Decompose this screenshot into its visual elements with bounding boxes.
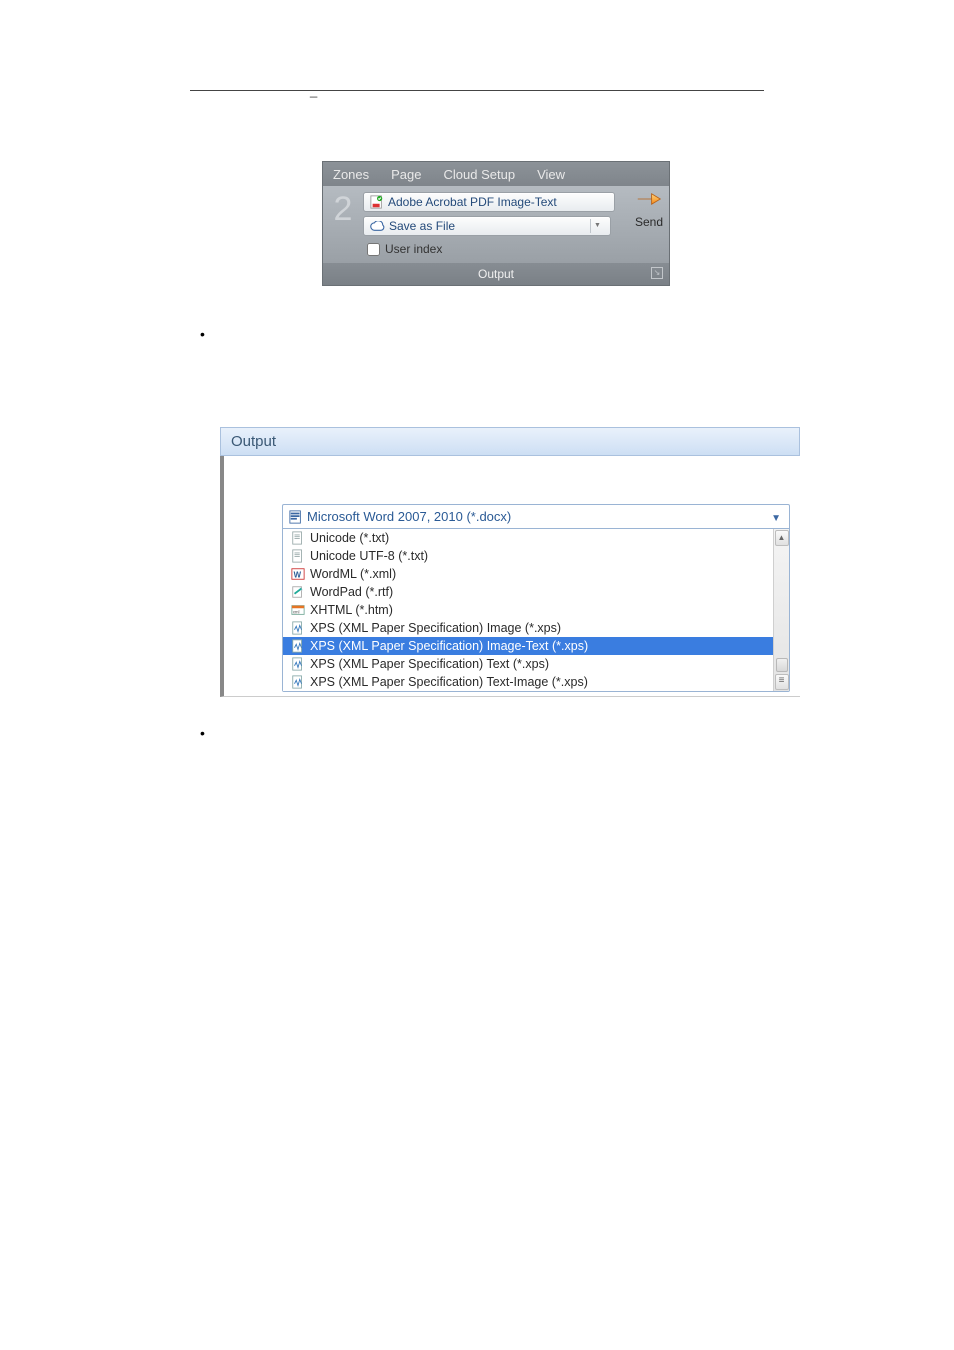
output-format-selector[interactable]: Adobe Acrobat PDF Image-Text bbox=[363, 192, 615, 212]
output-options-panel: Output Microsoft Word 2007, 2010 (*.docx… bbox=[220, 427, 800, 697]
bullet: • bbox=[200, 725, 764, 741]
svg-text:xml: xml bbox=[293, 610, 300, 615]
list-item[interactable]: Unicode (*.txt) bbox=[283, 529, 789, 547]
txt-icon bbox=[291, 531, 305, 545]
xhtml-icon: xml bbox=[291, 603, 305, 617]
decorative-underscore: _ bbox=[310, 83, 317, 98]
send-button[interactable]: Send bbox=[629, 186, 669, 263]
output-destination-label: Save as File bbox=[389, 219, 455, 233]
scroll-thumb[interactable] bbox=[776, 658, 788, 672]
tab-view[interactable]: View bbox=[537, 167, 565, 182]
docx-icon bbox=[289, 510, 303, 524]
list-item[interactable]: XPS (XML Paper Specification) Text-Image… bbox=[283, 673, 789, 691]
bullet: • bbox=[200, 326, 764, 342]
list-item[interactable]: XPS (XML Paper Specification) Image-Text… bbox=[283, 637, 789, 655]
xps-icon bbox=[291, 639, 305, 653]
scrollbar[interactable]: ▲ ≡ bbox=[773, 529, 789, 691]
dialog-launcher-icon[interactable]: ↘ bbox=[651, 267, 663, 279]
output-format-label: Adobe Acrobat PDF Image-Text bbox=[388, 195, 557, 209]
user-index-check-input[interactable] bbox=[367, 243, 380, 256]
list-item[interactable]: XPS (XML Paper Specification) Image (*.x… bbox=[283, 619, 789, 637]
output-panel-title: Output bbox=[220, 427, 800, 456]
send-arrow-icon bbox=[636, 190, 662, 208]
combo-selected-label: Microsoft Word 2007, 2010 (*.docx) bbox=[307, 509, 511, 524]
tab-cloud-setup[interactable]: Cloud Setup bbox=[444, 167, 516, 182]
chevron-down-icon: ▼ bbox=[590, 219, 604, 233]
list-item[interactable]: W WordML (*.xml) bbox=[283, 565, 789, 583]
xps-icon bbox=[291, 675, 305, 689]
tab-page[interactable]: Page bbox=[391, 167, 421, 182]
chevron-down-icon: ▼ bbox=[771, 513, 781, 524]
user-index-label: User index bbox=[385, 242, 442, 256]
user-index-checkbox[interactable]: User index bbox=[363, 240, 625, 259]
step-number: 2 bbox=[323, 186, 363, 263]
wordpad-icon bbox=[291, 585, 305, 599]
list-item[interactable]: WordPad (*.rtf) bbox=[283, 583, 789, 601]
cloud-icon bbox=[370, 221, 385, 232]
list-item[interactable]: Unicode UTF-8 (*.txt) bbox=[283, 547, 789, 565]
scroll-down-icon[interactable]: ≡ bbox=[775, 674, 789, 690]
output-format-combo[interactable]: Microsoft Word 2007, 2010 (*.docx) ▼ Uni… bbox=[282, 504, 790, 692]
output-destination-selector[interactable]: Save as File ▼ bbox=[363, 216, 611, 236]
pdf-icon bbox=[370, 195, 384, 209]
send-label: Send bbox=[635, 215, 663, 229]
list-item[interactable]: XPS (XML Paper Specification) Text (*.xp… bbox=[283, 655, 789, 673]
xps-icon bbox=[291, 657, 305, 671]
wordml-icon: W bbox=[291, 567, 305, 581]
tab-zones[interactable]: Zones bbox=[333, 167, 369, 182]
ribbon-output-group: Zones Page Cloud Setup View 2 Adobe Acro… bbox=[322, 161, 670, 286]
ribbon-group-label: Output ↘ bbox=[323, 263, 669, 285]
list-item[interactable]: xml XHTML (*.htm) bbox=[283, 601, 789, 619]
output-format-dropdown-list: Unicode (*.txt) Unicode UTF-8 (*.txt) W … bbox=[283, 528, 789, 691]
txt-icon bbox=[291, 549, 305, 563]
ribbon-tab-strip: Zones Page Cloud Setup View bbox=[323, 162, 669, 186]
scroll-up-icon[interactable]: ▲ bbox=[775, 530, 789, 546]
xps-icon bbox=[291, 621, 305, 635]
svg-text:W: W bbox=[294, 571, 302, 580]
